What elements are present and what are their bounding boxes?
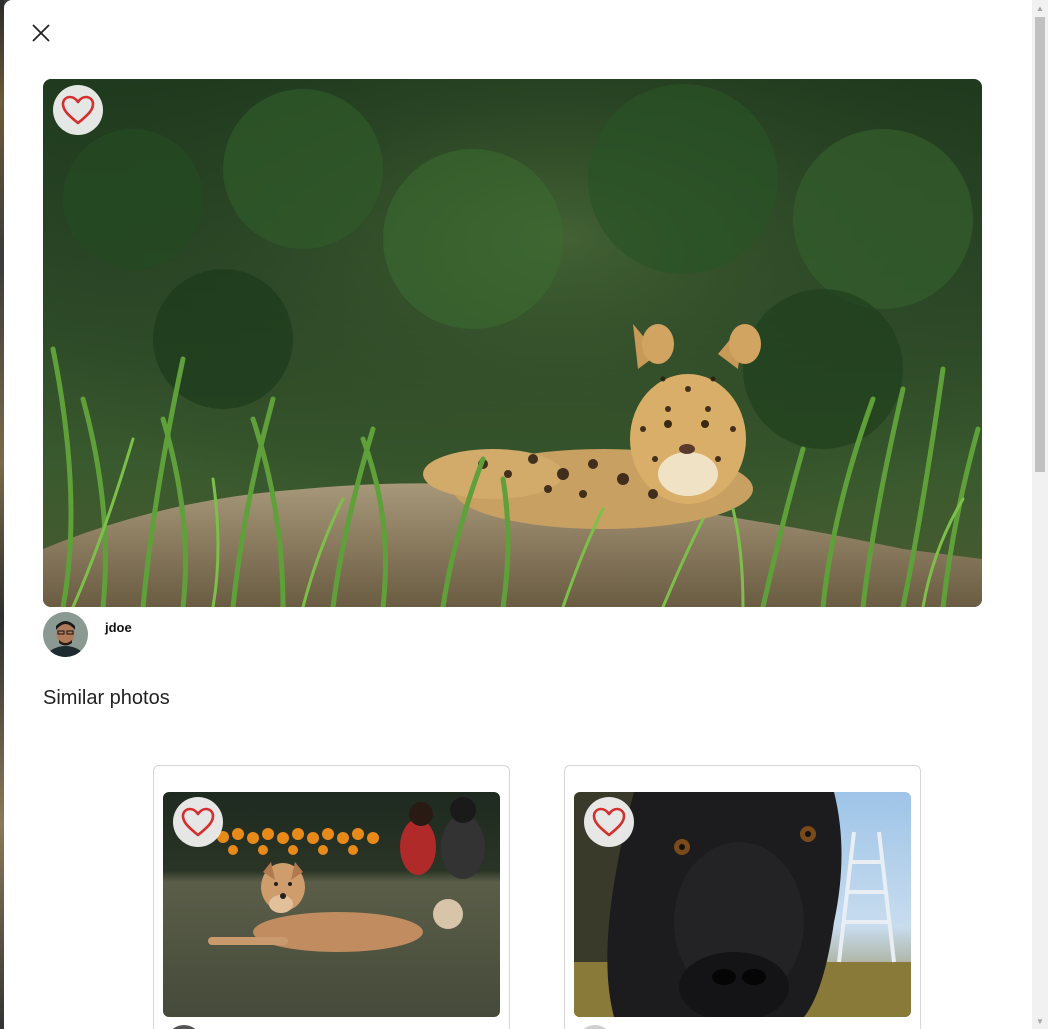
heart-outline-icon [181, 807, 215, 837]
favorite-button[interactable] [53, 85, 103, 135]
similar-photos-heading: Similar photos [43, 687, 170, 709]
heart-outline-icon [592, 807, 626, 837]
scroll-up-icon[interactable]: ▲ [1032, 0, 1048, 16]
avatar[interactable] [43, 612, 88, 657]
favorite-button[interactable] [173, 797, 223, 847]
close-button[interactable] [28, 20, 54, 46]
avatar[interactable] [166, 1025, 202, 1029]
similar-photo[interactable] [574, 792, 911, 1017]
similar-photo-card[interactable] [153, 765, 510, 1029]
similar-photo[interactable] [163, 792, 500, 1017]
scroll-down-icon[interactable]: ▼ [1032, 1013, 1048, 1029]
vertical-scrollbar[interactable]: ▲ ▼ [1032, 0, 1048, 1029]
main-photo [43, 79, 982, 607]
heart-outline-icon [61, 95, 95, 125]
photo-author[interactable]: jdoe [43, 612, 132, 657]
similar-photo-card[interactable] [564, 765, 921, 1029]
avatar[interactable] [577, 1025, 613, 1029]
scrollbar-thumb[interactable] [1035, 17, 1045, 472]
close-icon [32, 24, 50, 42]
favorite-button[interactable] [584, 797, 634, 847]
author-username[interactable]: jdoe [105, 620, 132, 635]
photo-modal: jdoe Similar photos [4, 0, 1032, 1029]
